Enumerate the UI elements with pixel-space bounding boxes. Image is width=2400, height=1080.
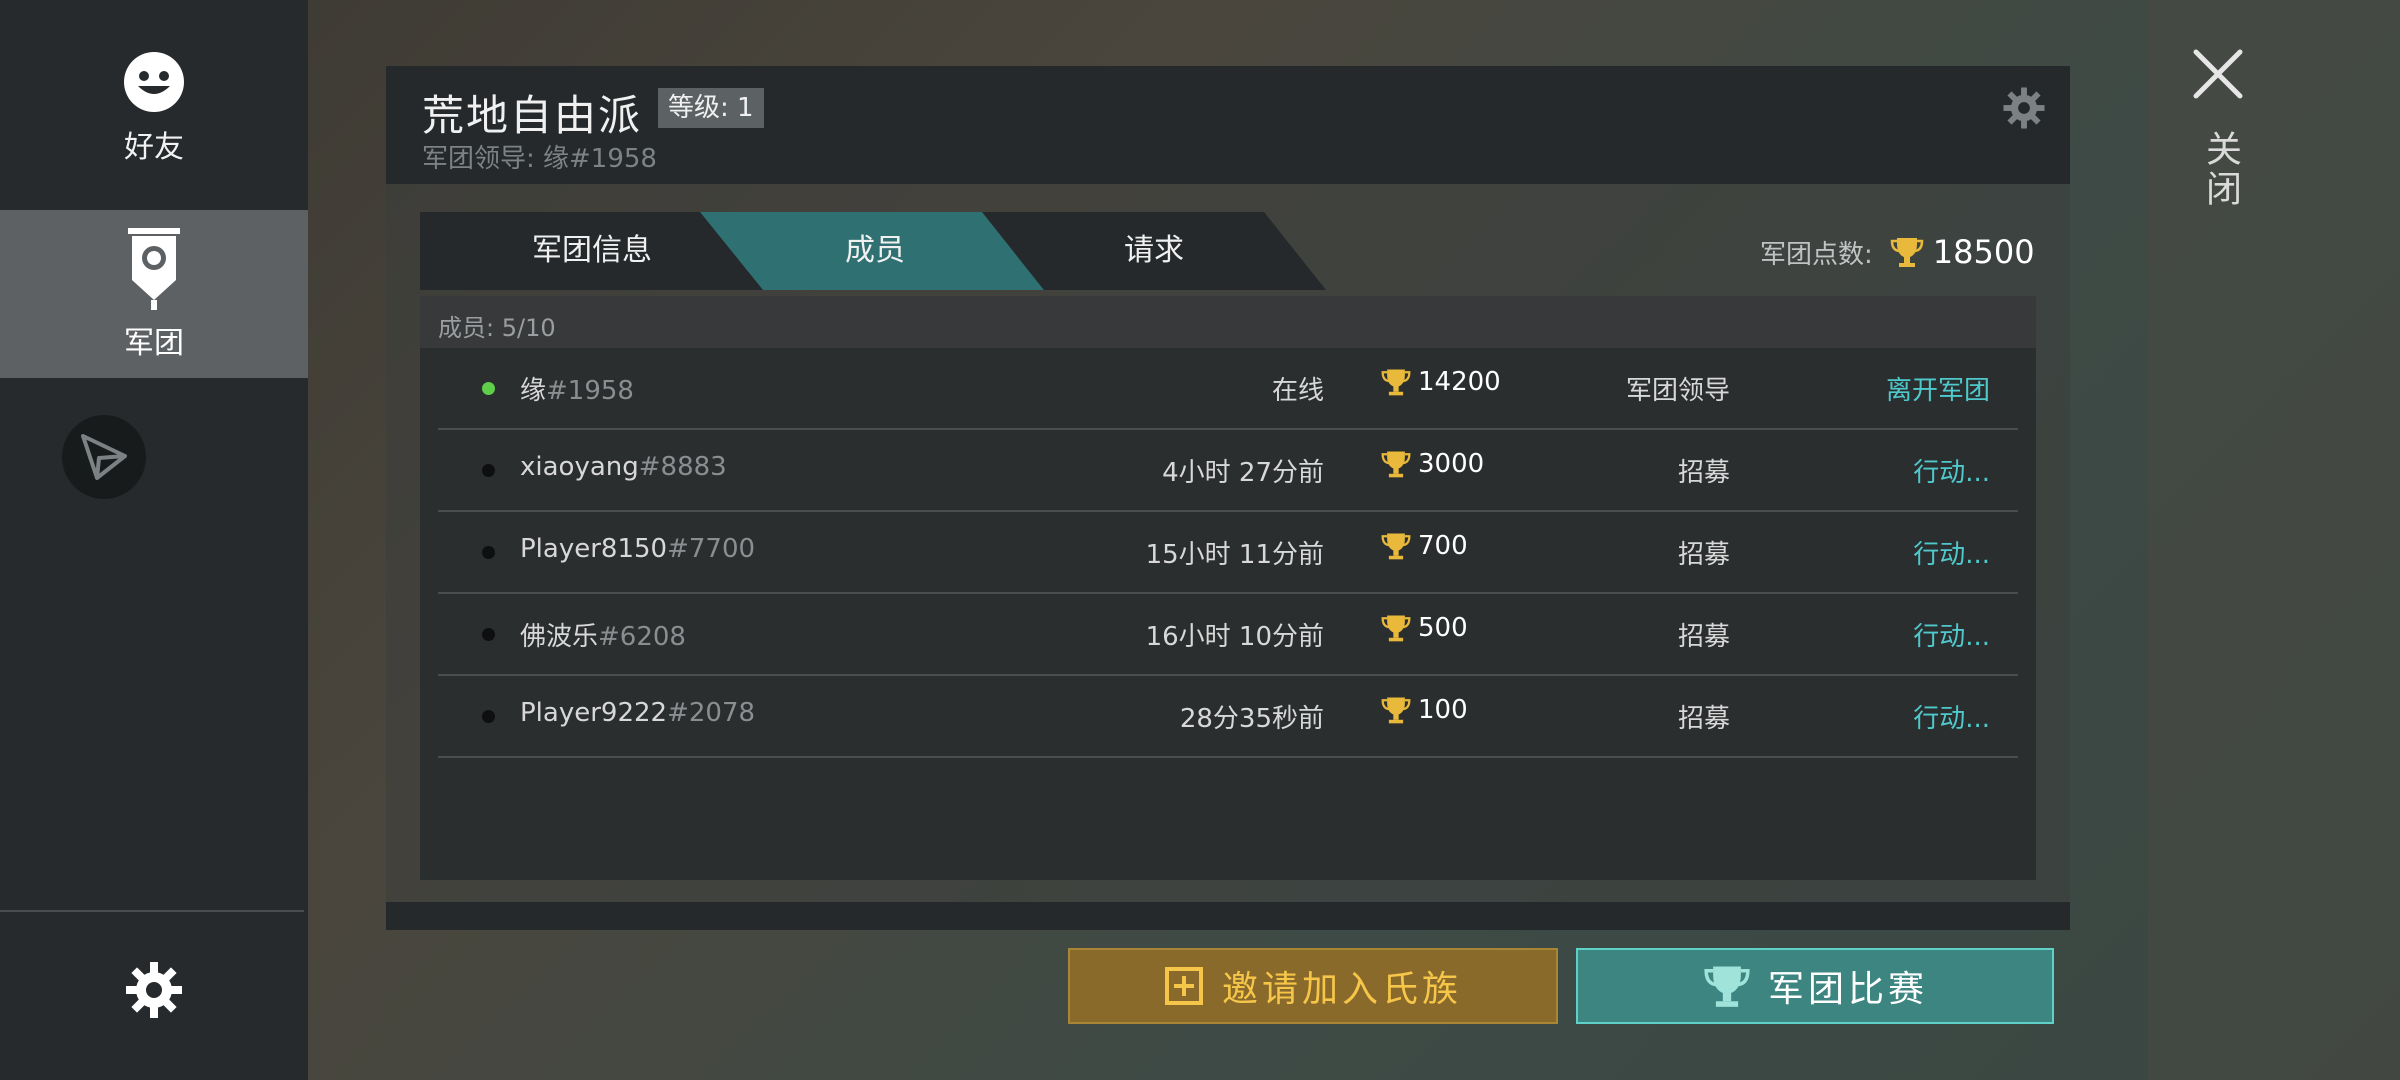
member-last-seen: 16小时 10分前	[1145, 622, 1324, 652]
sidebar-item-friends[interactable]: 好友	[0, 50, 308, 180]
member-trophies: 3000	[1380, 448, 1484, 480]
member-action-link[interactable]: 行动...	[1913, 698, 1990, 735]
legion-tournament-button[interactable]: 军团比赛	[1576, 948, 2054, 1024]
send-icon	[81, 434, 127, 480]
smiley-icon	[124, 52, 184, 112]
sidebar-item-label: 军团	[124, 326, 184, 361]
member-name: Player9222#2078	[520, 698, 756, 728]
member-trophies: 700	[1380, 530, 1468, 562]
sidebar-item-send[interactable]	[0, 415, 308, 505]
member-name: 缘#1958	[520, 376, 634, 406]
guild-leader: 军团领导: 缘#1958	[422, 144, 657, 174]
offline-status-dot	[482, 628, 495, 641]
sidebar: 好友 军团	[0, 0, 308, 1080]
members-header: 成员: 5/10	[420, 296, 2036, 348]
member-name: 佛波乐#6208	[520, 622, 686, 652]
member-trophies: 500	[1380, 612, 1468, 644]
member-last-seen: 15小时 11分前	[1145, 540, 1324, 570]
offline-status-dot	[482, 464, 495, 477]
member-role: 军团领导	[1625, 376, 1730, 406]
guild-name: 荒地自由派	[422, 91, 643, 140]
guild-level-badge: 等级: 1	[658, 88, 764, 128]
banner-icon	[128, 228, 180, 310]
online-status-dot	[482, 382, 495, 395]
sidebar-item-legion[interactable]: 军团	[0, 210, 308, 378]
member-trophies: 100	[1380, 694, 1468, 726]
offline-status-dot	[482, 710, 495, 723]
member-role: 招募	[1677, 458, 1730, 488]
member-role: 招募	[1677, 704, 1730, 734]
guild-points-value: 18500	[1932, 233, 2035, 271]
trophy-icon	[1381, 615, 1411, 642]
guild-settings-icon[interactable]	[2002, 86, 2046, 130]
table-row: Player9222#2078 28分35秒前 100 招募 行动...	[438, 676, 2018, 758]
gear-icon	[126, 962, 182, 1018]
trophy-icon	[1704, 966, 1750, 1007]
members-count: 成员: 5/10	[438, 314, 556, 342]
table-row: Player8150#7700 15小时 11分前 700 招募 行动...	[438, 512, 2018, 594]
table-row: 缘#1958 在线 14200 军团领导 离开军团	[438, 348, 2018, 430]
table-row: 佛波乐#6208 16小时 10分前 500 招募 行动...	[438, 594, 2018, 676]
member-role: 招募	[1677, 540, 1730, 570]
member-name: xiaoyang#8883	[520, 452, 727, 482]
member-last-seen: 4小时 27分前	[1162, 458, 1324, 488]
member-action-link[interactable]: 行动...	[1913, 452, 1990, 489]
tournament-button-label: 军团比赛	[1767, 969, 1928, 1010]
panel-footer-bar	[386, 902, 2070, 930]
member-action-link[interactable]: 行动...	[1913, 616, 1990, 653]
trophy-icon	[1381, 451, 1411, 478]
guild-points: 军团点数: 18500	[1760, 232, 2035, 272]
members-table: 成员: 5/10 缘#1958 在线 14200 军团领导 离开军团 xiaoy…	[420, 296, 2036, 880]
member-name: Player8150#7700	[520, 534, 756, 564]
member-action-link[interactable]: 行动...	[1913, 534, 1990, 571]
send-button[interactable]	[62, 415, 146, 499]
trophy-icon	[1890, 238, 1924, 267]
offline-status-dot	[482, 546, 495, 559]
member-last-seen: 28分35秒前	[1179, 704, 1324, 734]
close-icon[interactable]	[2190, 46, 2246, 102]
sidebar-item-settings[interactable]	[0, 960, 308, 1030]
member-role: 招募	[1677, 622, 1730, 652]
guild-points-label: 军团点数:	[1760, 239, 1873, 270]
sidebar-item-label: 好友	[124, 130, 184, 165]
member-trophies: 14200	[1380, 366, 1501, 398]
trophy-icon	[1381, 533, 1411, 560]
close-label[interactable]: 关闭	[2196, 130, 2246, 210]
trophy-icon	[1381, 369, 1411, 396]
guild-header: 荒地自由派 等级: 1 军团领导: 缘#1958	[386, 66, 2070, 184]
invite-to-clan-button[interactable]: 邀请加入氏族	[1068, 948, 1558, 1024]
member-last-seen: 在线	[1271, 376, 1324, 406]
invite-button-label: 邀请加入氏族	[1221, 969, 1462, 1010]
trophy-icon	[1381, 697, 1411, 724]
close-strip	[2148, 0, 2400, 1080]
leave-guild-link[interactable]: 离开军团	[1886, 370, 1990, 407]
table-row: xiaoyang#8883 4小时 27分前 3000 招募 行动...	[438, 430, 2018, 512]
plus-box-icon	[1164, 967, 1203, 1005]
sidebar-divider	[0, 910, 304, 912]
